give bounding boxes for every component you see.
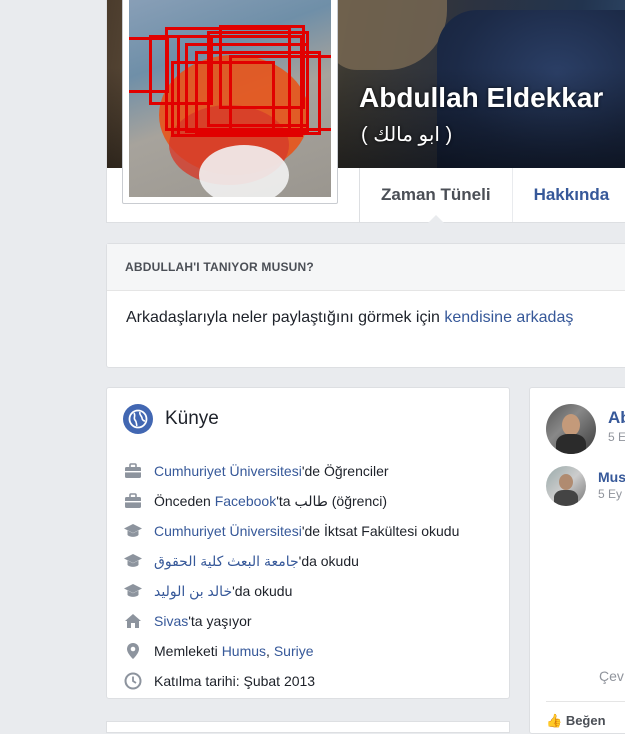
intro-item-label: Önceden <box>154 492 215 509</box>
intro-item-label: 'de İktsat Fakültesi okudu <box>301 523 460 539</box>
avatar-light-shape <box>199 145 289 197</box>
briefcase-icon <box>123 492 143 510</box>
home-icon <box>123 612 143 630</box>
post-header: Ab 5 E <box>546 404 625 454</box>
intro-item-label: 'da okudu <box>232 582 293 599</box>
annotation-box <box>149 35 213 105</box>
intro-item: Cumhuriyet Üniversitesi'de İktsat Fakült… <box>123 516 501 546</box>
briefcase-icon <box>123 462 143 480</box>
know-him-heading: ABDULLAH'I TANIYOR MUSUN? <box>107 244 625 291</box>
intro-item-label: Katılma tarihi: Şubat 2013 <box>154 673 316 689</box>
post-meta: Ab 5 E <box>608 404 625 454</box>
intro-item-text: Memleketi Humus, Suriye <box>154 643 314 659</box>
globe-icon <box>123 404 153 434</box>
intro-item-label: 'ta طالب (öğrenci) <box>276 492 388 509</box>
tab-about[interactable]: Hakkında <box>513 168 625 222</box>
intro-item-link[interactable]: Humus <box>222 643 266 659</box>
intro-title: Künye <box>123 404 219 434</box>
intro-title-text: Künye <box>165 408 219 429</box>
post-meta: Mus 5 Ey <box>598 466 625 506</box>
intro-item-link[interactable]: خالد بن الوليد <box>154 583 232 599</box>
intro-item-link[interactable]: Sivas <box>154 613 188 629</box>
intro-item-label: Memleketi <box>154 643 222 659</box>
post-header: Mus 5 Ey <box>546 466 625 506</box>
tab-timeline[interactable]: Zaman Tüneli <box>360 168 513 223</box>
intro-item-link[interactable]: Cumhuriyet Üniversitesi <box>154 523 302 539</box>
intro-item-text: Sivas'ta yaşıyor <box>154 613 252 629</box>
intro-item: جامعة البعث كلية الحقوق'da okudu <box>123 546 501 576</box>
intro-list: Cumhuriyet Üniversitesi'de Öğrenciler Önc… <box>123 456 501 696</box>
intro-card: Künye Cumhuriyet Üniversitesi'de Öğrenci… <box>106 387 510 699</box>
clock-icon <box>123 672 143 690</box>
post-timestamp[interactable]: 5 E <box>608 430 625 444</box>
thumbs-up-icon: 👍 <box>546 713 563 728</box>
posts-card: Ab 5 E Mus 5 Ey Çev 👍 Beğen <box>529 387 625 734</box>
post-author-name[interactable]: Mus <box>598 469 625 485</box>
annotation-box <box>229 55 331 131</box>
profile-picture-image <box>129 0 331 197</box>
intro-item-text: جامعة البعث كلية الحقوق'da okudu <box>154 553 359 570</box>
like-button[interactable]: 👍 Beğen <box>546 713 606 729</box>
like-label: Beğen <box>565 713 606 728</box>
avatar[interactable] <box>546 466 586 506</box>
intro-item: Memleketi Humus, Suriye <box>123 636 501 666</box>
profile-alternate-name: ( ابو مالك ) <box>361 124 453 146</box>
intro-item-label: 'da okudu <box>298 552 359 569</box>
profile-tabs: Zaman Tüneli Hakkında <box>359 168 625 223</box>
location-pin-icon <box>123 642 143 660</box>
intro-item-link[interactable]: جامعة البعث كلية الحقوق <box>154 553 299 569</box>
intro-item-text: Cumhuriyet Üniversitesi'de Öğrenciler <box>154 463 389 479</box>
intro-item: Önceden Facebook'ta طالب (öğrenci) <box>123 486 501 516</box>
profile-name[interactable]: Abdullah Eldekkar <box>359 82 603 114</box>
know-him-text: Arkadaşlarıyla neler paylaştığını görmek… <box>107 291 625 327</box>
divider <box>546 701 625 702</box>
intro-item-text: Cumhuriyet Üniversitesi'de İktsat Fakült… <box>154 523 459 539</box>
intro-item-text: Önceden Facebook'ta طالب (öğrenci) <box>154 493 387 510</box>
see-translation-link[interactable]: Çev <box>599 668 624 684</box>
intro-item-link[interactable]: Facebook <box>215 493 276 509</box>
graduation-cap-icon <box>123 582 143 600</box>
avatar[interactable] <box>546 404 596 454</box>
post-author-name[interactable]: Ab <box>608 408 625 428</box>
intro-item: Sivas'ta yaşıyor <box>123 606 501 636</box>
intro-item: Cumhuriyet Üniversitesi'de Öğrenciler <box>123 456 501 486</box>
intro-item-label: , <box>266 643 274 659</box>
intro-item-link[interactable]: Suriye <box>274 643 314 659</box>
intro-item: خالد بن الوليد'da okudu <box>123 576 501 606</box>
intro-item-label: 'ta yaşıyor <box>188 613 252 629</box>
graduation-cap-icon <box>123 522 143 540</box>
post-timestamp[interactable]: 5 Ey <box>598 487 625 501</box>
add-friend-link[interactable]: kendisine arkadaş <box>444 309 573 326</box>
know-him-message: Arkadaşlarıyla neler paylaştığını görmek… <box>126 309 445 326</box>
know-him-card: ABDULLAH'I TANIYOR MUSUN? Arkadaşlarıyla… <box>106 243 625 368</box>
intro-item-text: Katılma tarihi: Şubat 2013 <box>154 673 315 689</box>
profile-picture[interactable] <box>122 0 338 204</box>
intro-item-label: 'de Öğrenciler <box>301 463 389 479</box>
intro-item-link[interactable]: Cumhuriyet Üniversitesi <box>154 463 302 479</box>
intro-item-text: خالد بن الوليد'da okudu <box>154 583 292 600</box>
next-card <box>106 721 510 733</box>
graduation-cap-icon <box>123 552 143 570</box>
intro-item: Katılma tarihi: Şubat 2013 <box>123 666 501 696</box>
